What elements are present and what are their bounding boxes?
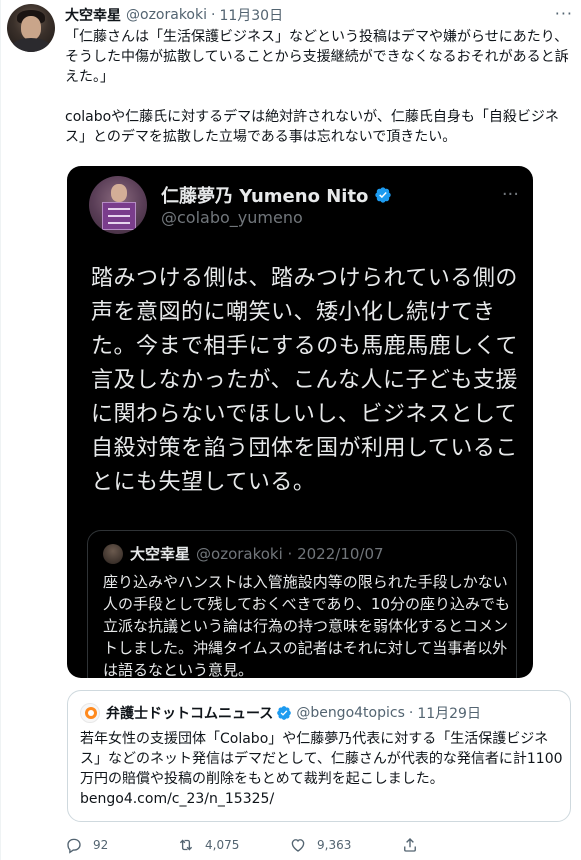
quote-author-handle: @bengo4topics bbox=[296, 705, 405, 721]
image-author-handle: @colabo_yumeno bbox=[161, 208, 303, 227]
quote-avatar bbox=[80, 703, 100, 723]
tweet-header: 大空幸星 @ozorakoki · 11月30日 bbox=[65, 5, 283, 25]
quote-date: 11月29日 bbox=[417, 706, 481, 722]
author-handle[interactable]: @ozorakoki bbox=[126, 7, 207, 23]
heart-icon bbox=[291, 839, 305, 852]
quote-header: 弁護士ドットコムニュース @bengo4topics · 11月29日 bbox=[106, 703, 481, 723]
avatar[interactable] bbox=[7, 4, 55, 52]
image-more-icon: ··· bbox=[501, 184, 519, 205]
author-name[interactable]: 大空幸星 bbox=[65, 5, 121, 25]
reply-count: 92 bbox=[93, 838, 109, 852]
reply-icon bbox=[67, 838, 81, 854]
retweet-button[interactable]: 4,075 bbox=[177, 836, 289, 854]
image-quoted-tweet: 大空幸星 @ozorakoki · 2022/10/07 座り込みやハンストは入… bbox=[87, 530, 517, 678]
verified-badge-icon bbox=[375, 187, 392, 203]
quote-text: 若年女性の支援団体「Colabo」や仁藤夢乃代表に対する「生活保護ビジネス」など… bbox=[80, 731, 564, 809]
quoted-author-name: 大空幸星 bbox=[130, 545, 191, 563]
quoted-text: 座り込みやハンストは入管施設内等の限られた手段しかない人の手段として残しておくべ… bbox=[103, 573, 510, 678]
quoted-avatar bbox=[103, 544, 123, 564]
separator: · bbox=[211, 7, 216, 23]
quote-tweet-card[interactable]: 弁護士ドットコムニュース @bengo4topics · 11月29日 若年女性… bbox=[67, 690, 571, 822]
embedded-image[interactable]: 仁藤夢乃 Yumeno Nito @colabo_yumeno ··· 踏みつけ… bbox=[67, 166, 533, 678]
share-icon bbox=[404, 838, 416, 852]
more-options-icon[interactable]: ··· bbox=[555, 4, 573, 23]
quoted-header: 大空幸星 @ozorakoki · 2022/10/07 bbox=[130, 543, 384, 564]
image-author-name: 仁藤夢乃 Yumeno Nito bbox=[161, 182, 392, 208]
tweet-text: 「仁藤さんは「生活保護ビジネス」などという投稿はデマや嫌がらせにあたり、そうした… bbox=[65, 29, 569, 145]
retweet-icon bbox=[179, 839, 193, 851]
tweet-date[interactable]: 11月30日 bbox=[219, 5, 283, 25]
image-avatar bbox=[89, 176, 147, 234]
quote-link[interactable]: bengo4.com/c_23/n_15325/ bbox=[80, 789, 564, 809]
verified-badge-icon bbox=[277, 706, 292, 720]
share-button[interactable] bbox=[401, 836, 431, 854]
quoted-author-handle: @ozorakoki · 2022/10/07 bbox=[196, 544, 384, 563]
image-tweet-text: 踏みつける側は、踏みつけられている側の声を意図的に嘲笑い、矮小化し続けてきた。今… bbox=[91, 266, 519, 495]
quote-separator: · bbox=[408, 705, 414, 721]
tweet[interactable]: 大空幸星 @ozorakoki · 11月30日 ··· 「仁藤さんは「生活保護… bbox=[0, 0, 581, 860]
retweet-count: 4,075 bbox=[205, 838, 240, 852]
like-count: 9,363 bbox=[317, 838, 352, 852]
action-bar: 92 4,075 9,363 bbox=[65, 834, 565, 856]
reply-button[interactable]: 92 bbox=[65, 836, 177, 854]
like-button[interactable]: 9,363 bbox=[289, 836, 401, 854]
quote-author-name: 弁護士ドットコムニュース bbox=[106, 706, 274, 722]
